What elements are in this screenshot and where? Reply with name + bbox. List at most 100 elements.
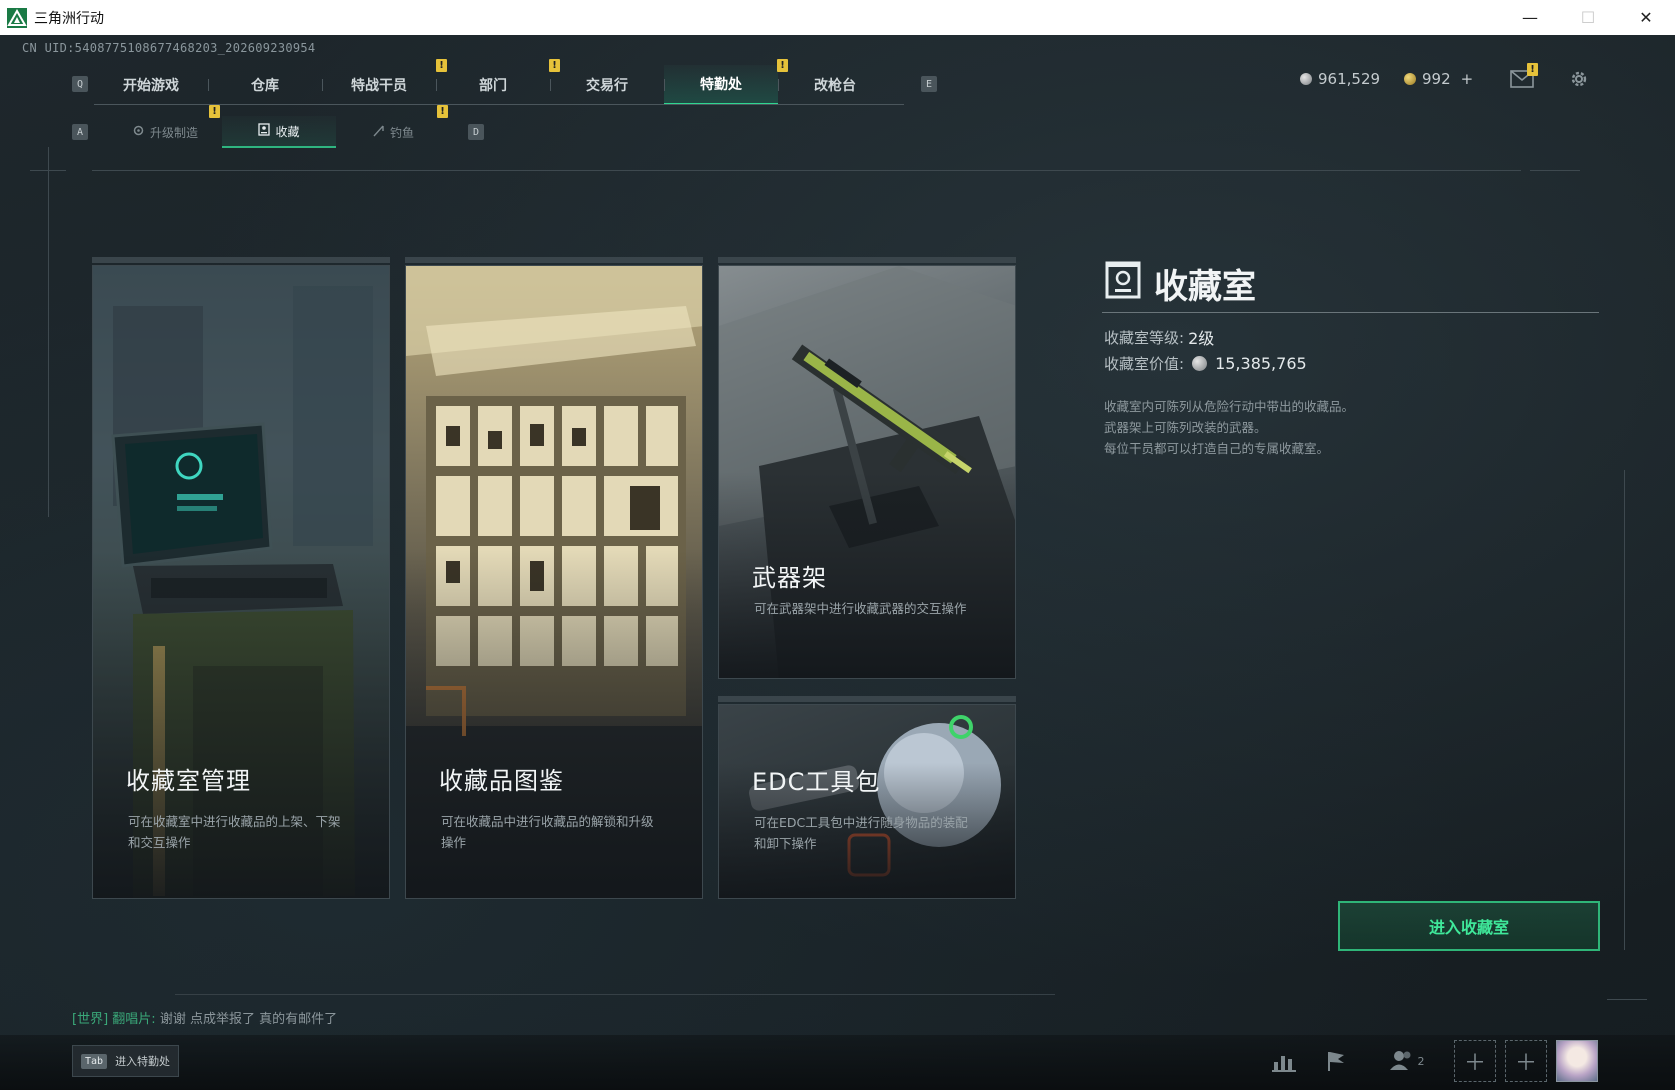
add-teammate-slot[interactable]: ＋ (1454, 1040, 1496, 1082)
nav-next-key[interactable]: E (921, 76, 937, 92)
info-divider (1102, 312, 1599, 313)
card-edc-toolkit[interactable]: EDC工具包 可在EDC工具包中进行随身物品的装配 和卸下操作 (718, 704, 1016, 899)
collection-icon (258, 123, 271, 139)
card-description-line: 可在武器架中进行收藏武器的交互操作 (754, 601, 967, 616)
chat-message[interactable]: [世界] 翻唱片: 谢谢 点成举报了 真的有邮件了 (72, 1008, 337, 1027)
info-description: 收藏室内可陈列从危险行动中带出的收藏品。 武器架上可陈列改装的武器。 每位干员都… (1104, 396, 1354, 459)
friends-icon (1389, 1049, 1414, 1074)
gear-wrench-icon (132, 124, 145, 140)
minimize-button[interactable]: — (1501, 0, 1559, 35)
subtab-upgrade-craft[interactable]: 升级制造 (108, 116, 222, 148)
divider (175, 994, 1055, 995)
add-gold-button[interactable]: + (1461, 70, 1474, 88)
notification-badge: ! (549, 59, 560, 72)
subtab-collection[interactable]: 收藏 (222, 116, 336, 148)
gold-coin-icon (1404, 73, 1416, 85)
tab-label: 仓库 (251, 78, 279, 94)
tab-label: 交易行 (586, 78, 628, 94)
tab-hint-label: 进入特勤处 (115, 1055, 171, 1068)
tab-key: Tab (81, 1053, 108, 1069)
card-title: EDC工具包 (752, 768, 881, 796)
nav-prev-key[interactable]: Q (72, 76, 88, 92)
tab-department[interactable]: 部门 (436, 65, 550, 105)
divider (1624, 470, 1625, 950)
app-logo-icon (6, 7, 28, 29)
chat-channel: [世界] (72, 1012, 109, 1027)
card-description-line: 和卸下操作 (754, 836, 817, 851)
tab-start-game[interactable]: 开始游戏 (94, 65, 208, 105)
stats-chart-icon[interactable] (1268, 1045, 1300, 1077)
close-button[interactable]: ✕ (1617, 0, 1675, 35)
gold-amount: 992 (1422, 70, 1451, 88)
gold-currency[interactable]: 992 + (1404, 70, 1473, 88)
avatar[interactable] (1556, 1040, 1598, 1082)
uid-label: CN UID:5408775108677468203_202609230954 (22, 41, 316, 55)
maximize-button[interactable]: ☐ (1559, 0, 1617, 35)
subnav-prev-key[interactable]: A (72, 124, 88, 140)
notification-badge: ! (1527, 63, 1538, 76)
subnav-next-key[interactable]: D (468, 124, 484, 140)
silver-coin-icon (1192, 356, 1208, 371)
info-description-line: 武器架上可陈列改装的武器。 (1104, 420, 1267, 435)
tab-special-service[interactable]: 特勤处 (664, 65, 778, 105)
divider (1607, 999, 1647, 1000)
add-teammate-slot[interactable]: ＋ (1505, 1040, 1547, 1082)
friends-count: 2 (1417, 1054, 1425, 1068)
main-nav: 开始游戏 仓库 特战干员 部门 交易行 特勤处 改枪台 (94, 65, 892, 105)
collection-room-icon (1104, 259, 1142, 308)
tab-label: 改枪台 (814, 78, 856, 94)
subtab-label: 钓鱼 (389, 125, 414, 140)
collection-value-row: 收藏室价值: 15,385,765 (1104, 353, 1307, 374)
value-label: 收藏室价值: (1104, 355, 1185, 373)
card-title: 收藏室管理 (126, 767, 251, 795)
card-description-line: 操作 (441, 835, 467, 850)
sub-nav: 升级制造 收藏 钓鱼 (108, 116, 450, 148)
settings-gear-icon[interactable] (1566, 66, 1592, 92)
card-collection-management[interactable]: 收藏室管理 可在收藏室中进行收藏品的上架、下架 和交互操作 (92, 265, 390, 899)
silver-amount: 961,529 (1318, 70, 1381, 88)
notification-badge: ! (209, 105, 220, 118)
card-weapon-rack[interactable]: 武器架 可在武器架中进行收藏武器的交互操作 (718, 265, 1016, 679)
flag-icon[interactable] (1320, 1045, 1352, 1077)
tab-label: 部门 (479, 78, 507, 94)
tab-label: 特战干员 (351, 78, 407, 94)
notification-badge: ! (437, 105, 448, 118)
card-title: 收藏品图鉴 (439, 767, 564, 795)
card-title: 武器架 (752, 564, 827, 592)
card-description-line: 可在EDC工具包中进行随身物品的装配 (754, 815, 968, 830)
tab-enter-hint[interactable]: Tab 进入特勤处 (72, 1045, 180, 1077)
tab-gunsmith[interactable]: 改枪台 (778, 65, 892, 105)
subtab-fishing[interactable]: 钓鱼 (336, 116, 450, 148)
card-description-line: 可在收藏室中进行收藏品的上架、下架 (128, 814, 341, 829)
divider (92, 170, 1521, 171)
tab-label: 特勤处 (700, 77, 742, 93)
card-header-strip (718, 696, 1016, 702)
window-controls: — ☐ ✕ (1501, 0, 1675, 35)
game-viewport: CN UID:5408775108677468203_202609230954 … (0, 35, 1675, 1090)
enter-collection-room-button[interactable]: 进入收藏室 (1338, 901, 1600, 951)
tab-warehouse[interactable]: 仓库 (208, 65, 322, 105)
card-header-strip (718, 257, 1016, 263)
tab-operators[interactable]: 特战干员 (322, 65, 436, 105)
card-description: 可在收藏品中进行收藏品的解锁和升级 操作 (441, 811, 654, 853)
value-amount: 15,385,765 (1215, 354, 1307, 373)
card-description: 可在武器架中进行收藏武器的交互操作 (754, 598, 967, 619)
info-title: 收藏室 (1104, 259, 1256, 308)
info-description-line: 每位干员都可以打造自己的专属收藏室。 (1104, 441, 1330, 456)
silver-coin-icon (1300, 73, 1312, 85)
card-header-strip (405, 257, 703, 263)
card-description: 可在EDC工具包中进行随身物品的装配 和卸下操作 (754, 812, 968, 854)
chat-sender: 翻唱片: (112, 1012, 156, 1027)
fishing-icon (372, 124, 385, 140)
card-header-strip (92, 257, 390, 263)
card-collectibles-catalog[interactable]: 收藏品图鉴 可在收藏品中进行收藏品的解锁和升级 操作 (405, 265, 703, 899)
divider (48, 147, 49, 517)
card-description: 可在收藏室中进行收藏品的上架、下架 和交互操作 (128, 811, 341, 853)
notification-badge: ! (436, 59, 447, 72)
divider (1530, 170, 1580, 171)
subtab-label: 升级制造 (149, 125, 198, 140)
window-titlebar: 三角洲行动 — ☐ ✕ (0, 0, 1675, 35)
tab-trade[interactable]: 交易行 (550, 65, 664, 105)
friends-button[interactable]: 2 (1384, 1045, 1430, 1077)
info-title-text: 收藏室 (1154, 267, 1256, 307)
